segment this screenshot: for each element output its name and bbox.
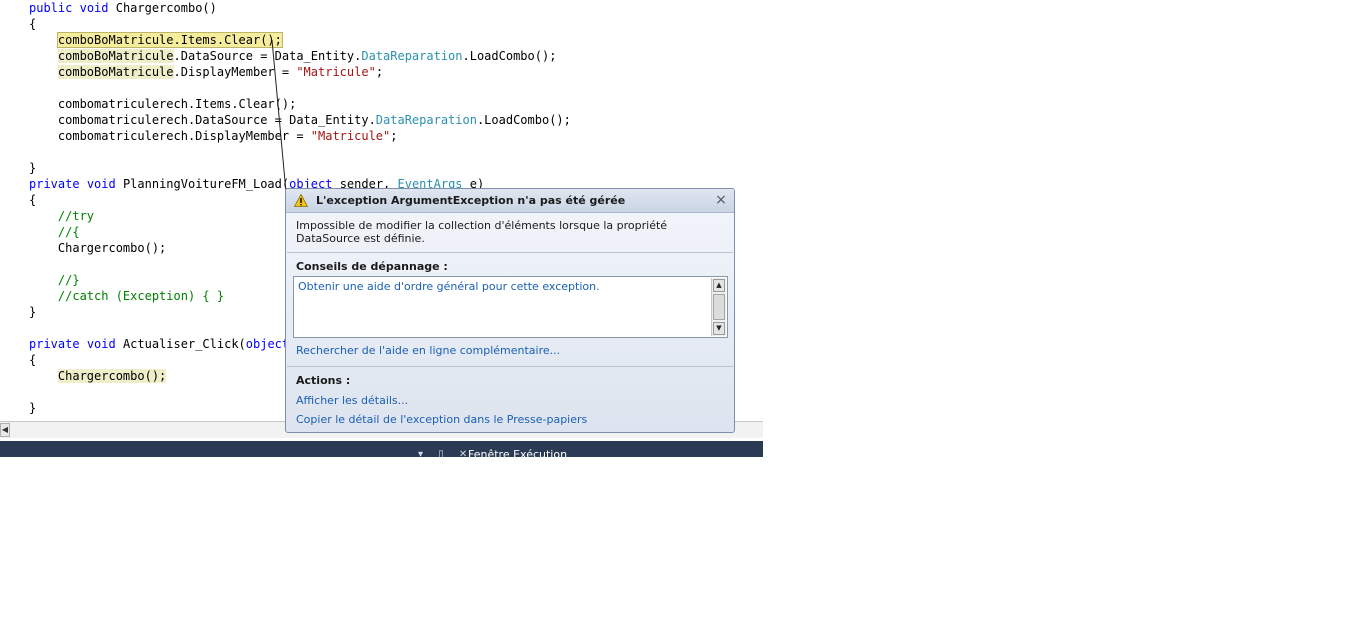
tips-scrollbar[interactable]: ▲ ▼ — [711, 278, 726, 336]
copy-exception-link[interactable]: Copier le détail de l'exception dans le … — [296, 413, 587, 426]
pane-controls-icon[interactable]: ▾ ▯ ✕ — [418, 449, 473, 457]
tips-list[interactable]: Obtenir une aide d'ordre général pour ce… — [293, 276, 728, 338]
warning-icon — [294, 194, 308, 207]
close-icon[interactable]: × — [714, 192, 728, 208]
tips-heading: Conseils de dépannage : — [296, 260, 448, 273]
scroll-down-arrow-icon[interactable]: ▼ — [713, 322, 725, 335]
immediate-window-header[interactable]: ▾ ▯ ✕ Fenêtre Exécution — [0, 441, 763, 457]
exception-message: Impossible de modifier la collection d'é… — [296, 219, 668, 245]
immediate-window-title: Fenêtre Exécution — [468, 448, 568, 458]
actions-heading: Actions : — [296, 374, 351, 387]
tips-item-link[interactable]: Obtenir une aide d'ordre général pour ce… — [298, 280, 600, 293]
scroll-up-arrow-icon[interactable]: ▲ — [713, 279, 725, 292]
divider — [287, 252, 733, 253]
online-help-link[interactable]: Rechercher de l'aide en ligne complément… — [296, 344, 560, 357]
view-details-link[interactable]: Afficher les détails... — [296, 394, 408, 407]
popup-header: L'exception ArgumentException n'a pas ét… — [286, 189, 734, 213]
exception-assistant-popup: L'exception ArgumentException n'a pas ét… — [285, 188, 735, 433]
popup-title: L'exception ArgumentException n'a pas ét… — [316, 194, 626, 207]
divider — [287, 366, 733, 367]
scroll-left-arrow-icon[interactable]: ◀ — [0, 423, 10, 437]
scroll-thumb[interactable] — [713, 294, 725, 320]
